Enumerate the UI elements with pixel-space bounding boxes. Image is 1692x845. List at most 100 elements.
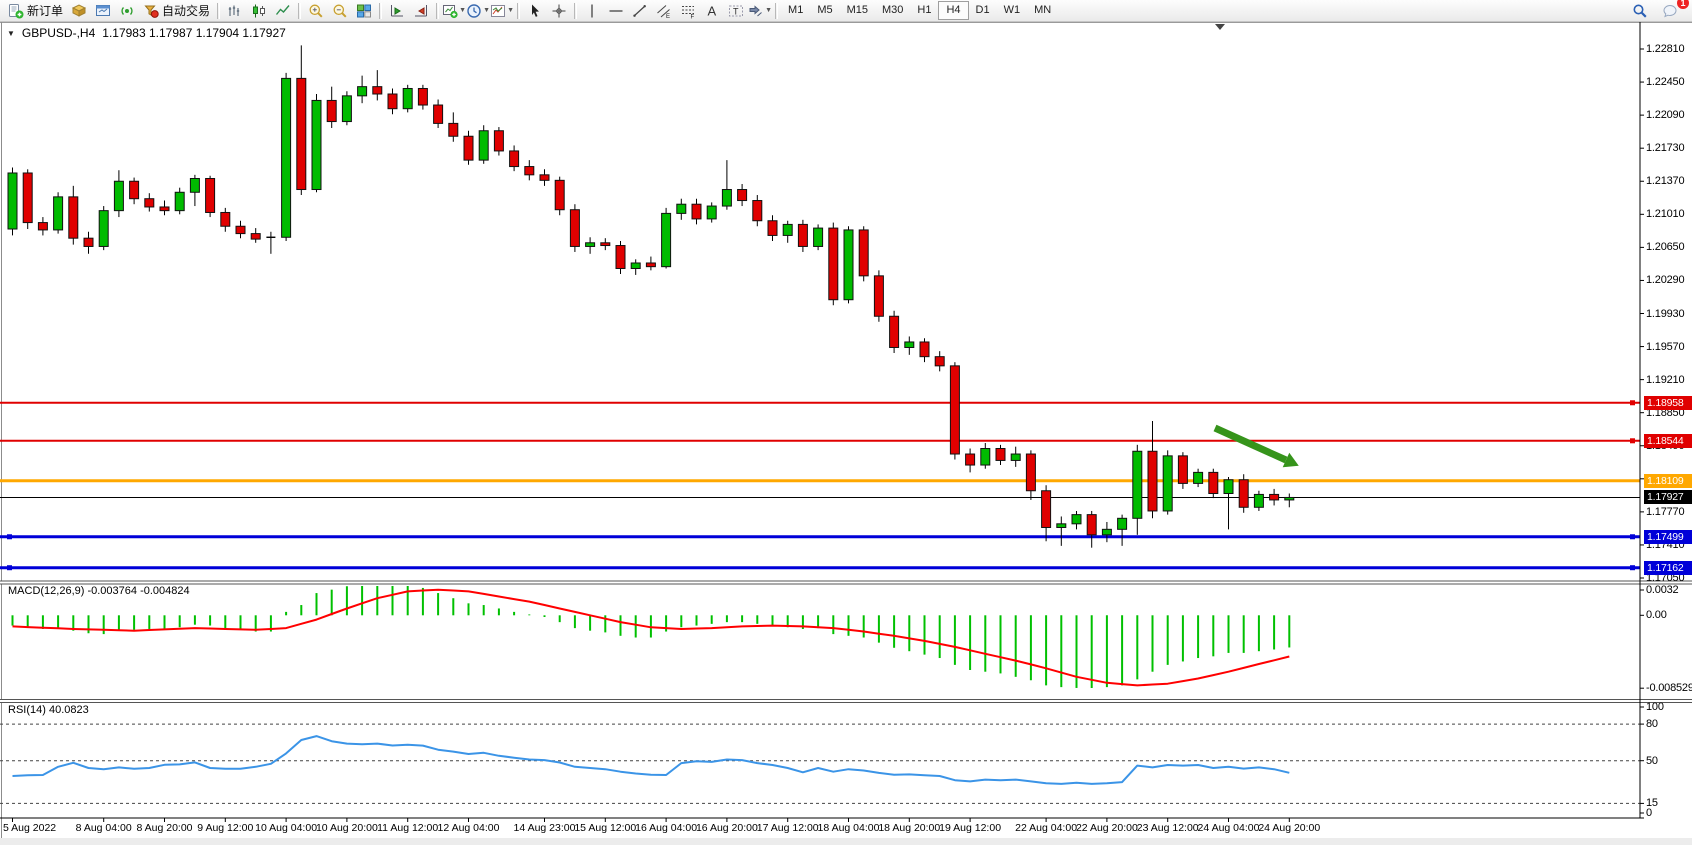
candle-bear [1178, 456, 1187, 484]
candle-bull [1285, 497, 1294, 499]
candle-bear [373, 87, 382, 94]
time-tick-label: 15 Aug 12:00 [574, 822, 636, 834]
time-tick-label: 11 Aug 12:00 [377, 822, 438, 834]
candle-bear [1270, 494, 1279, 500]
price-tick-label: 1.22090 [1646, 109, 1692, 121]
time-tick-label: 8 Aug 04:00 [76, 822, 132, 834]
candle-bear [738, 190, 747, 201]
candle-bull [8, 173, 17, 229]
time-tick-label: 10 Aug 20:00 [316, 822, 378, 834]
macd-label: MACD(12,26,9) -0.003764 -0.004824 [8, 585, 190, 597]
candle-bull [814, 228, 823, 246]
candle-bear [616, 246, 625, 269]
support-line-2-handle-right[interactable] [1630, 565, 1635, 570]
candle-bull [722, 190, 731, 207]
candle-bear [327, 100, 336, 121]
candle-bull [99, 211, 108, 247]
candle-bear [69, 197, 78, 238]
chart-canvas[interactable] [0, 0, 1692, 845]
candle-bear [798, 224, 807, 246]
candle-bear [1026, 454, 1035, 491]
mt4-window: 新订单自动交易▼▼▼EFAT▼M1M5M15M30H1H4D1W1MN1 ▼ G… [0, 0, 1692, 845]
candle-bear [1087, 515, 1096, 535]
price-tick-label: 1.21730 [1646, 142, 1692, 154]
candle-bear [130, 181, 139, 198]
candle-bear [23, 173, 32, 223]
candle-bull [358, 87, 367, 96]
candle-bear [84, 238, 93, 246]
candle-bull [1224, 480, 1233, 494]
pivot-line-price-badge: 1.18109 [1644, 474, 1692, 488]
support-line-1-handle-right[interactable] [1630, 534, 1635, 539]
time-tick-label: 17 Aug 12:00 [757, 822, 819, 834]
candle-bear [236, 226, 245, 233]
price-tick-label: 1.22450 [1646, 76, 1692, 88]
candle-bull [1133, 451, 1142, 518]
candle-bear [753, 201, 762, 221]
candle-bear [646, 263, 655, 267]
price-tick-label: 1.21010 [1646, 208, 1692, 220]
candle-bear [950, 366, 959, 454]
price-tick-label: 1.19210 [1646, 374, 1692, 386]
candle-bear [449, 123, 458, 136]
chart-menu-icon[interactable]: ▼ [7, 29, 15, 38]
candle-bear [1042, 491, 1051, 528]
resistance-line-2-price-badge: 1.18544 [1644, 434, 1692, 448]
candle-bull [677, 204, 686, 213]
candle-bull [1102, 529, 1111, 535]
candle-bull [342, 96, 351, 122]
candle-bear [996, 449, 1005, 461]
candle-bear [388, 94, 397, 109]
time-tick-label: 19 Aug 12:00 [939, 822, 1001, 834]
candle-bear [494, 131, 503, 151]
resistance-line-1-handle-right[interactable] [1630, 400, 1635, 405]
resistance-line-1-price-badge: 1.18958 [1644, 396, 1692, 410]
time-tick-label: 23 Aug 12:00 [1137, 822, 1199, 834]
macd-tick-label: -0.008529 [1646, 682, 1692, 694]
support-line-2-price-badge: 1.17162 [1644, 561, 1692, 575]
candle-bull [1163, 456, 1172, 511]
time-tick-label: 22 Aug 20:00 [1076, 822, 1138, 834]
candle-bull [631, 263, 640, 269]
time-tick-label: 22 Aug 04:00 [1015, 822, 1077, 834]
candle-bear [1148, 451, 1157, 511]
candle-bear [160, 207, 169, 211]
candle-bull [190, 178, 199, 192]
time-tick-label: 16 Aug 20:00 [696, 822, 758, 834]
candle-bull [175, 192, 184, 210]
support-line-1-price-badge: 1.17499 [1644, 530, 1692, 544]
candle-bull [586, 243, 595, 247]
candle-bear [966, 454, 975, 465]
support-line-1-handle-left[interactable] [7, 534, 12, 539]
price-tick-label: 1.17770 [1646, 506, 1692, 518]
candle-bear [570, 210, 579, 247]
candle-bear [251, 234, 260, 240]
time-tick-label: 24 Aug 04:00 [1198, 822, 1260, 834]
candle-bear [555, 180, 564, 209]
resistance-line-2-handle-right[interactable] [1630, 438, 1635, 443]
time-tick-label: 16 Aug 04:00 [635, 822, 697, 834]
time-tick-label: 12 Aug 04:00 [438, 822, 500, 834]
candle-bear [935, 357, 944, 366]
time-tick-label: 24 Aug 20:00 [1258, 822, 1320, 834]
candle-bear [434, 105, 443, 123]
chart-background [0, 22, 1692, 838]
price-tick-label: 1.19570 [1646, 341, 1692, 353]
candle-bear [692, 204, 701, 219]
candle-bear [418, 88, 427, 105]
support-line-2-handle-left[interactable] [7, 565, 12, 570]
candle-bear [1209, 472, 1218, 493]
time-tick-label: 18 Aug 20:00 [878, 822, 940, 834]
candle-bear [601, 243, 610, 246]
time-tick-label: 10 Aug 04:00 [255, 822, 317, 834]
chart-quote: 1.17983 1.17987 1.17904 1.17927 [102, 26, 286, 40]
candle-bull [1118, 518, 1127, 529]
rsi-tick-label: 0 [1646, 807, 1692, 819]
candle-bull [783, 224, 792, 235]
candle-bull [1072, 515, 1081, 524]
bottom-strip [0, 838, 1692, 845]
candle-bear [859, 230, 868, 276]
time-tick-label: 9 Aug 12:00 [197, 822, 253, 834]
rsi-tick-label: 80 [1646, 718, 1692, 730]
candle-bull [54, 197, 63, 230]
